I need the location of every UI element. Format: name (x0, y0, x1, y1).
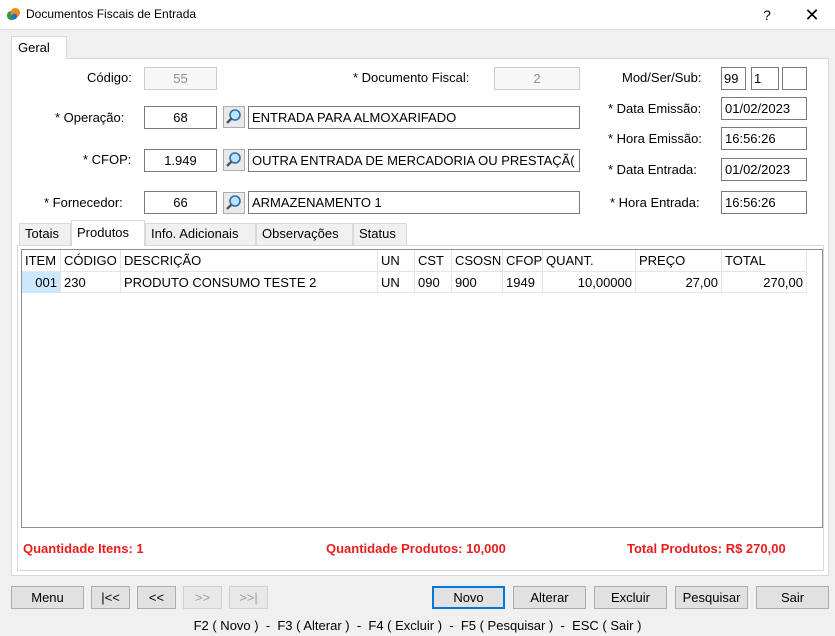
data-emissao-field[interactable]: 01/02/2023 (721, 97, 807, 120)
tab-geral[interactable]: Geral (11, 36, 67, 59)
cell-descricao[interactable]: PRODUTO CONSUMO TESTE 2 (121, 272, 378, 293)
hora-entrada-label: * Hora Entrada: (610, 195, 700, 210)
header-preco[interactable]: PREÇO (636, 250, 722, 271)
header-descricao[interactable]: DESCRIÇÃO (121, 250, 378, 271)
tab-info-adicionais[interactable]: Info. Adicionais (145, 223, 256, 245)
last-record-button[interactable]: >>| (229, 586, 268, 609)
app-icon (6, 7, 21, 21)
fornecedor-search-button[interactable] (223, 192, 245, 214)
tab-observacoes[interactable]: Observações (256, 223, 353, 245)
header-total[interactable]: TOTAL (722, 250, 807, 271)
cell-csosn[interactable]: 900 (452, 272, 503, 293)
operacao-label: * Operação: (55, 110, 125, 125)
documento-fiscal-label: * Documento Fiscal: (353, 70, 470, 85)
tab-totais[interactable]: Totais (19, 223, 71, 245)
sair-button[interactable]: Sair (756, 586, 829, 609)
help-button[interactable]: ? (752, 2, 782, 28)
fornecedor-code-field[interactable]: 66 (144, 191, 217, 214)
quantidade-itens-label: Quantidade Itens: 1 (23, 541, 144, 556)
previous-record-button[interactable]: << (137, 586, 176, 609)
cell-cst[interactable]: 090 (415, 272, 452, 293)
window-title: Documentos Fiscais de Entrada (26, 7, 197, 21)
grid-header-row: ITEM CÓDIGO DESCRIÇÃO UN CST CSOSN CFOP … (22, 250, 807, 272)
data-entrada-field[interactable]: 01/02/2023 (721, 158, 807, 181)
table-row[interactable]: 001 230 PRODUTO CONSUMO TESTE 2 UN 090 9… (22, 272, 807, 293)
hora-emissao-label: * Hora Emissão: (608, 131, 702, 146)
hora-emissao-field[interactable]: 16:56:26 (721, 127, 807, 150)
operacao-code-field[interactable]: 68 (144, 106, 217, 129)
header-csosn[interactable]: CSOSN (452, 250, 503, 271)
title-bar: Documentos Fiscais de Entrada ? ✕ (0, 0, 835, 30)
next-record-button[interactable]: >> (183, 586, 222, 609)
excluir-button[interactable]: Excluir (594, 586, 667, 609)
first-record-button[interactable]: |<< (91, 586, 130, 609)
cfop-code-field[interactable]: 1.949 (144, 149, 217, 172)
mod-ser-sub-label: Mod/Ser/Sub: (622, 70, 702, 85)
hora-entrada-field[interactable]: 16:56:26 (721, 191, 807, 214)
header-cfop[interactable]: CFOP (503, 250, 543, 271)
novo-button[interactable]: Novo (432, 586, 505, 609)
operacao-desc-field[interactable]: ENTRADA PARA ALMOXARIFADO (248, 106, 580, 129)
cfop-desc-field[interactable]: OUTRA ENTRADA DE MERCADORIA OU PRESTAÇÃ( (248, 149, 580, 172)
data-entrada-label: * Data Entrada: (608, 162, 697, 177)
cell-cfop[interactable]: 1949 (503, 272, 543, 293)
cell-quant[interactable]: 10,00000 (543, 272, 636, 293)
tab-produtos[interactable]: Produtos (71, 220, 145, 246)
sub-field[interactable] (782, 67, 807, 90)
cell-codigo[interactable]: 230 (61, 272, 121, 293)
header-cst[interactable]: CST (415, 250, 452, 271)
mod-field[interactable]: 99 (721, 67, 746, 90)
ser-field[interactable]: 1 (751, 67, 779, 90)
menu-button[interactable]: Menu (11, 586, 84, 609)
fornecedor-desc-field[interactable]: ARMAZENAMENTO 1 (248, 191, 580, 214)
fornecedor-label: * Fornecedor: (44, 195, 123, 210)
header-item[interactable]: ITEM (22, 250, 61, 271)
header-codigo[interactable]: CÓDIGO (61, 250, 121, 271)
total-produtos-label: Total Produtos: R$ 270,00 (627, 541, 786, 556)
produtos-grid[interactable]: ITEM CÓDIGO DESCRIÇÃO UN CST CSOSN CFOP … (21, 249, 823, 528)
cell-un[interactable]: UN (378, 272, 415, 293)
cell-item[interactable]: 001 (22, 272, 61, 293)
codigo-field: 55 (144, 67, 217, 90)
close-button[interactable]: ✕ (796, 2, 828, 28)
pesquisar-button[interactable]: Pesquisar (675, 586, 748, 609)
header-quant[interactable]: QUANT. (543, 250, 636, 271)
quantidade-produtos-label: Quantidade Produtos: 10,000 (326, 541, 506, 556)
cfop-search-button[interactable] (223, 149, 245, 171)
cell-preco[interactable]: 27,00 (636, 272, 722, 293)
alterar-button[interactable]: Alterar (513, 586, 586, 609)
data-emissao-label: * Data Emissão: (608, 101, 702, 116)
magnifier-icon (226, 152, 241, 167)
tab-status[interactable]: Status (353, 223, 407, 245)
cell-total[interactable]: 270,00 (722, 272, 807, 293)
codigo-label: Código: (87, 70, 132, 85)
header-un[interactable]: UN (378, 250, 415, 271)
cfop-label: * CFOP: (83, 152, 132, 167)
shortcut-hints: F2 ( Novo ) - F3 ( Alterar ) - F4 ( Excl… (193, 618, 642, 633)
magnifier-icon (226, 195, 241, 210)
operacao-search-button[interactable] (223, 106, 245, 128)
magnifier-icon (226, 109, 241, 124)
documento-fiscal-field: 2 (494, 67, 580, 90)
